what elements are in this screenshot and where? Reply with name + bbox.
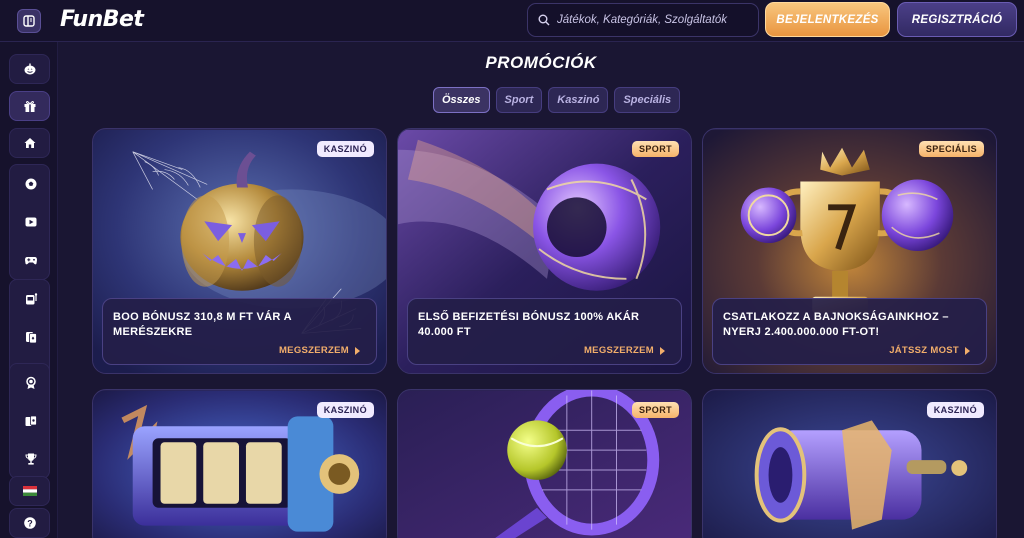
pumpkin-icon <box>24 63 35 75</box>
home-icon <box>24 138 35 148</box>
category-badge: SPECIÁLIS <box>918 141 984 157</box>
play-arrow-icon <box>965 346 970 355</box>
menu-icon <box>23 15 35 27</box>
sidebar-item-table-games[interactable] <box>10 402 51 440</box>
filter-tabs: Összes Sport Kaszinó Speciális <box>433 87 681 113</box>
slot-machine-icon <box>25 293 37 305</box>
play-arrow-icon <box>660 346 665 355</box>
category-badge: KASZINÓ <box>316 402 374 418</box>
promo-title: BOO BÓNUSZ 310,8 M FT VÁR A MERÉSZEKRE <box>113 311 292 338</box>
help-button[interactable]: ? <box>9 508 50 538</box>
promo-info-panel: BOO BÓNUSZ 310,8 M FT VÁR A MERÉSZEKRE M… <box>102 298 377 365</box>
promo-card[interactable]: SPORT ELSŐ BEFIZETÉSI BÓNUSZ 100% AKÁR 4… <box>397 128 692 374</box>
category-badge: SPORT <box>631 402 679 418</box>
tab-special[interactable]: Speciális <box>614 87 681 113</box>
promo-card[interactable]: KASZINÓ <box>702 389 997 538</box>
tab-casino[interactable]: Kaszinó <box>548 87 609 113</box>
register-button[interactable]: REGISZTRÁCIÓ <box>897 2 1017 37</box>
login-button[interactable]: BEJELENTKEZÉS <box>765 2 890 37</box>
promo-title: ELSŐ BEFIZETÉSI BÓNUSZ 100% AKÁR 40.000 … <box>418 311 640 338</box>
tab-all[interactable]: Összes <box>433 87 490 113</box>
promo-cta-button[interactable]: JÁTSSZ MOST <box>889 345 970 356</box>
play-arrow-icon <box>355 346 360 355</box>
promo-card[interactable]: SPORT <box>397 389 692 538</box>
language-selector[interactable] <box>9 476 50 506</box>
hungary-flag-icon <box>22 486 37 496</box>
funbet-logo[interactable]: FunBet <box>60 7 144 32</box>
category-badge: SPORT <box>631 141 679 157</box>
search-input[interactable] <box>557 14 757 26</box>
sidebar-item-promotions[interactable] <box>9 91 50 121</box>
promo-cta-button[interactable]: MEGSZERZEM <box>584 345 665 356</box>
sidebar-group-extras <box>9 363 50 479</box>
medal-icon <box>25 376 36 389</box>
cta-label: MEGSZERZEM <box>278 345 349 356</box>
promo-card[interactable]: SPECIÁLIS CSATLAKOZZ A BAJNOKSÁGAINKHOZ … <box>702 128 997 374</box>
playing-cards-icon <box>25 415 37 426</box>
sidebar-item-live-casino[interactable] <box>10 318 51 356</box>
category-badge: KASZINÓ <box>316 141 374 157</box>
page-title: PROMÓCIÓK <box>485 53 597 72</box>
help-icon: ? <box>23 517 36 529</box>
cards-icon <box>25 332 37 344</box>
sports-ball-icon <box>25 178 36 190</box>
search-icon <box>538 14 550 26</box>
category-badge: KASZINÓ <box>926 402 984 418</box>
gamepad-icon <box>24 257 37 265</box>
top-header: FunBet BEJELENTKEZÉS REGISZTRÁCIÓ <box>0 0 1024 42</box>
cta-label: JÁTSSZ MOST <box>889 345 959 356</box>
sidebar-item-tournaments[interactable] <box>10 440 51 478</box>
sidebar-item-rewards[interactable] <box>10 364 51 402</box>
sidebar-item-live[interactable] <box>10 203 51 241</box>
sidebar-item-sports[interactable] <box>10 165 51 203</box>
trophy-icon <box>24 453 37 465</box>
play-icon <box>25 217 36 227</box>
promo-info-panel: CSATLAKOZZ A BAJNOKSÁGAINKHOZ – NYERJ 2.… <box>712 298 987 365</box>
promo-card[interactable]: KASZINÓ BOO BÓNUSZ 310,8 M FT VÁR A MERÉ… <box>92 128 387 374</box>
tab-sport[interactable]: Sport <box>495 87 543 113</box>
left-sidebar: ? <box>0 42 58 538</box>
promo-info-panel: ELSŐ BEFIZETÉSI BÓNUSZ 100% AKÁR 40.000 … <box>407 298 682 365</box>
sidebar-item-halloween[interactable] <box>9 54 50 84</box>
promo-cta-button[interactable]: MEGSZERZEM <box>279 345 360 356</box>
sidebar-item-esports[interactable] <box>10 241 51 279</box>
sidebar-group-sports <box>9 164 50 280</box>
menu-toggle-button[interactable] <box>17 9 41 33</box>
gift-icon <box>24 101 35 112</box>
promo-card[interactable]: KASZINÓ <box>92 389 387 538</box>
search-box[interactable] <box>527 3 759 37</box>
sidebar-item-slots[interactable] <box>10 280 51 318</box>
promo-title: CSATLAKOZZ A BAJNOKSÁGAINKHOZ – NYERJ 2.… <box>723 311 949 338</box>
sidebar-item-home[interactable] <box>9 128 50 158</box>
cta-label: MEGSZERZEM <box>583 345 654 356</box>
svg-text:?: ? <box>27 518 33 528</box>
